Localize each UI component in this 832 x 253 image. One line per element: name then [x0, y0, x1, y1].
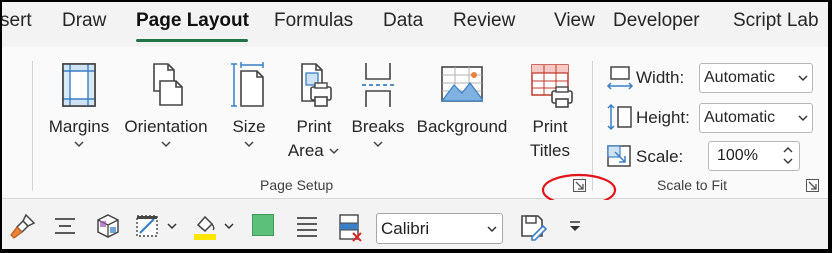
height-label: Height:: [636, 108, 690, 127]
save-edit-icon[interactable]: [519, 213, 547, 241]
size-label: Size: [232, 117, 266, 136]
height-value: Automatic: [704, 109, 776, 126]
quick-toolbar: Calibri: [2, 200, 828, 249]
font-name-select[interactable]: Calibri: [376, 213, 503, 244]
tab-data[interactable]: Data: [383, 10, 423, 32]
chevron-down-icon[interactable]: [224, 222, 234, 230]
chevron-down-icon: [74, 141, 84, 148]
chevron-down-icon: [373, 141, 383, 148]
chevron-down-icon: [487, 226, 497, 233]
print-titles-button[interactable]: Print Titles: [520, 61, 580, 163]
print-area-button[interactable]: Print Area: [284, 61, 344, 163]
font-name-value: Calibri: [381, 219, 430, 238]
margins-icon: [62, 63, 96, 107]
spin-down-icon[interactable]: [783, 157, 793, 166]
ribbon-tabs: sert Draw Page Layout Formulas Data Revi…: [2, 2, 828, 46]
orientation-label: Orientation: [124, 117, 208, 136]
chevron-down-icon: [798, 75, 808, 82]
scale-to-fit-group-label: Scale to Fit: [657, 177, 728, 193]
print-area-label-line2: Area: [287, 141, 324, 160]
breaks-icon: [362, 63, 394, 107]
print-titles-label-line2: Titles: [530, 141, 570, 160]
breaks-label: Breaks: [351, 117, 405, 136]
chevron-down-icon[interactable]: [167, 222, 177, 230]
page-setup-group-label: Page Setup: [260, 177, 334, 193]
green-fill-swatch[interactable]: [252, 214, 274, 236]
excel-window: sert Draw Page Layout Formulas Data Revi…: [2, 2, 828, 249]
chevron-down-icon: [798, 115, 808, 122]
print-area-icon: [301, 63, 332, 107]
borders-icon[interactable]: [134, 213, 162, 239]
chevron-down-icon: [329, 148, 339, 155]
customize-toolbar-icon[interactable]: [568, 220, 582, 234]
breaks-button[interactable]: Breaks: [350, 61, 406, 149]
scale-value: 100%: [717, 147, 758, 164]
group-separator: [32, 61, 33, 191]
scale-icon: [607, 145, 631, 167]
tab-page-layout[interactable]: Page Layout: [136, 10, 249, 32]
scale-spinner[interactable]: 100%: [708, 141, 800, 171]
tab-insert[interactable]: sert: [2, 10, 32, 32]
size-icon: [231, 62, 264, 107]
tab-view[interactable]: View: [554, 10, 595, 32]
margins-label: Margins: [48, 117, 110, 136]
background-label: Background: [416, 117, 508, 136]
tab-script-lab[interactable]: Script Lab: [733, 10, 819, 32]
size-button[interactable]: Size: [224, 61, 274, 149]
delete-row-icon[interactable]: [336, 213, 364, 243]
tab-review[interactable]: Review: [453, 10, 515, 32]
ribbon-panel: Margins Orientation Size Print Area Brea…: [2, 47, 828, 199]
tab-formulas[interactable]: Formulas: [274, 10, 353, 32]
background-button[interactable]: Background: [412, 61, 512, 139]
active-tab-indicator: [136, 39, 248, 42]
print-titles-label-line1: Print: [532, 117, 568, 136]
width-label: Width:: [636, 68, 685, 87]
scale-to-fit-dialog-launcher-icon[interactable]: [806, 179, 819, 192]
align-justify-icon[interactable]: [294, 213, 320, 239]
3d-cube-icon[interactable]: [95, 213, 121, 239]
tab-draw[interactable]: Draw: [62, 10, 106, 32]
width-select[interactable]: Automatic: [699, 63, 813, 93]
align-center-icon[interactable]: [52, 213, 78, 239]
fill-color-icon[interactable]: [192, 213, 218, 241]
margins-button[interactable]: Margins: [44, 61, 114, 149]
background-image-icon: [440, 66, 483, 102]
height-icon: [607, 103, 632, 131]
chevron-down-icon: [161, 141, 171, 148]
print-area-label-line1: Print: [296, 117, 332, 136]
width-icon: [606, 66, 634, 90]
scale-label: Scale:: [636, 147, 684, 166]
height-select[interactable]: Automatic: [699, 103, 813, 133]
orientation-icon: [153, 63, 183, 106]
format-painter-icon[interactable]: [10, 213, 36, 239]
tab-developer[interactable]: Developer: [613, 10, 700, 32]
spin-up-icon[interactable]: [783, 145, 793, 154]
orientation-button[interactable]: Orientation: [120, 61, 212, 149]
chevron-down-icon: [244, 141, 254, 148]
print-titles-icon: [531, 64, 573, 108]
width-value: Automatic: [704, 69, 776, 86]
